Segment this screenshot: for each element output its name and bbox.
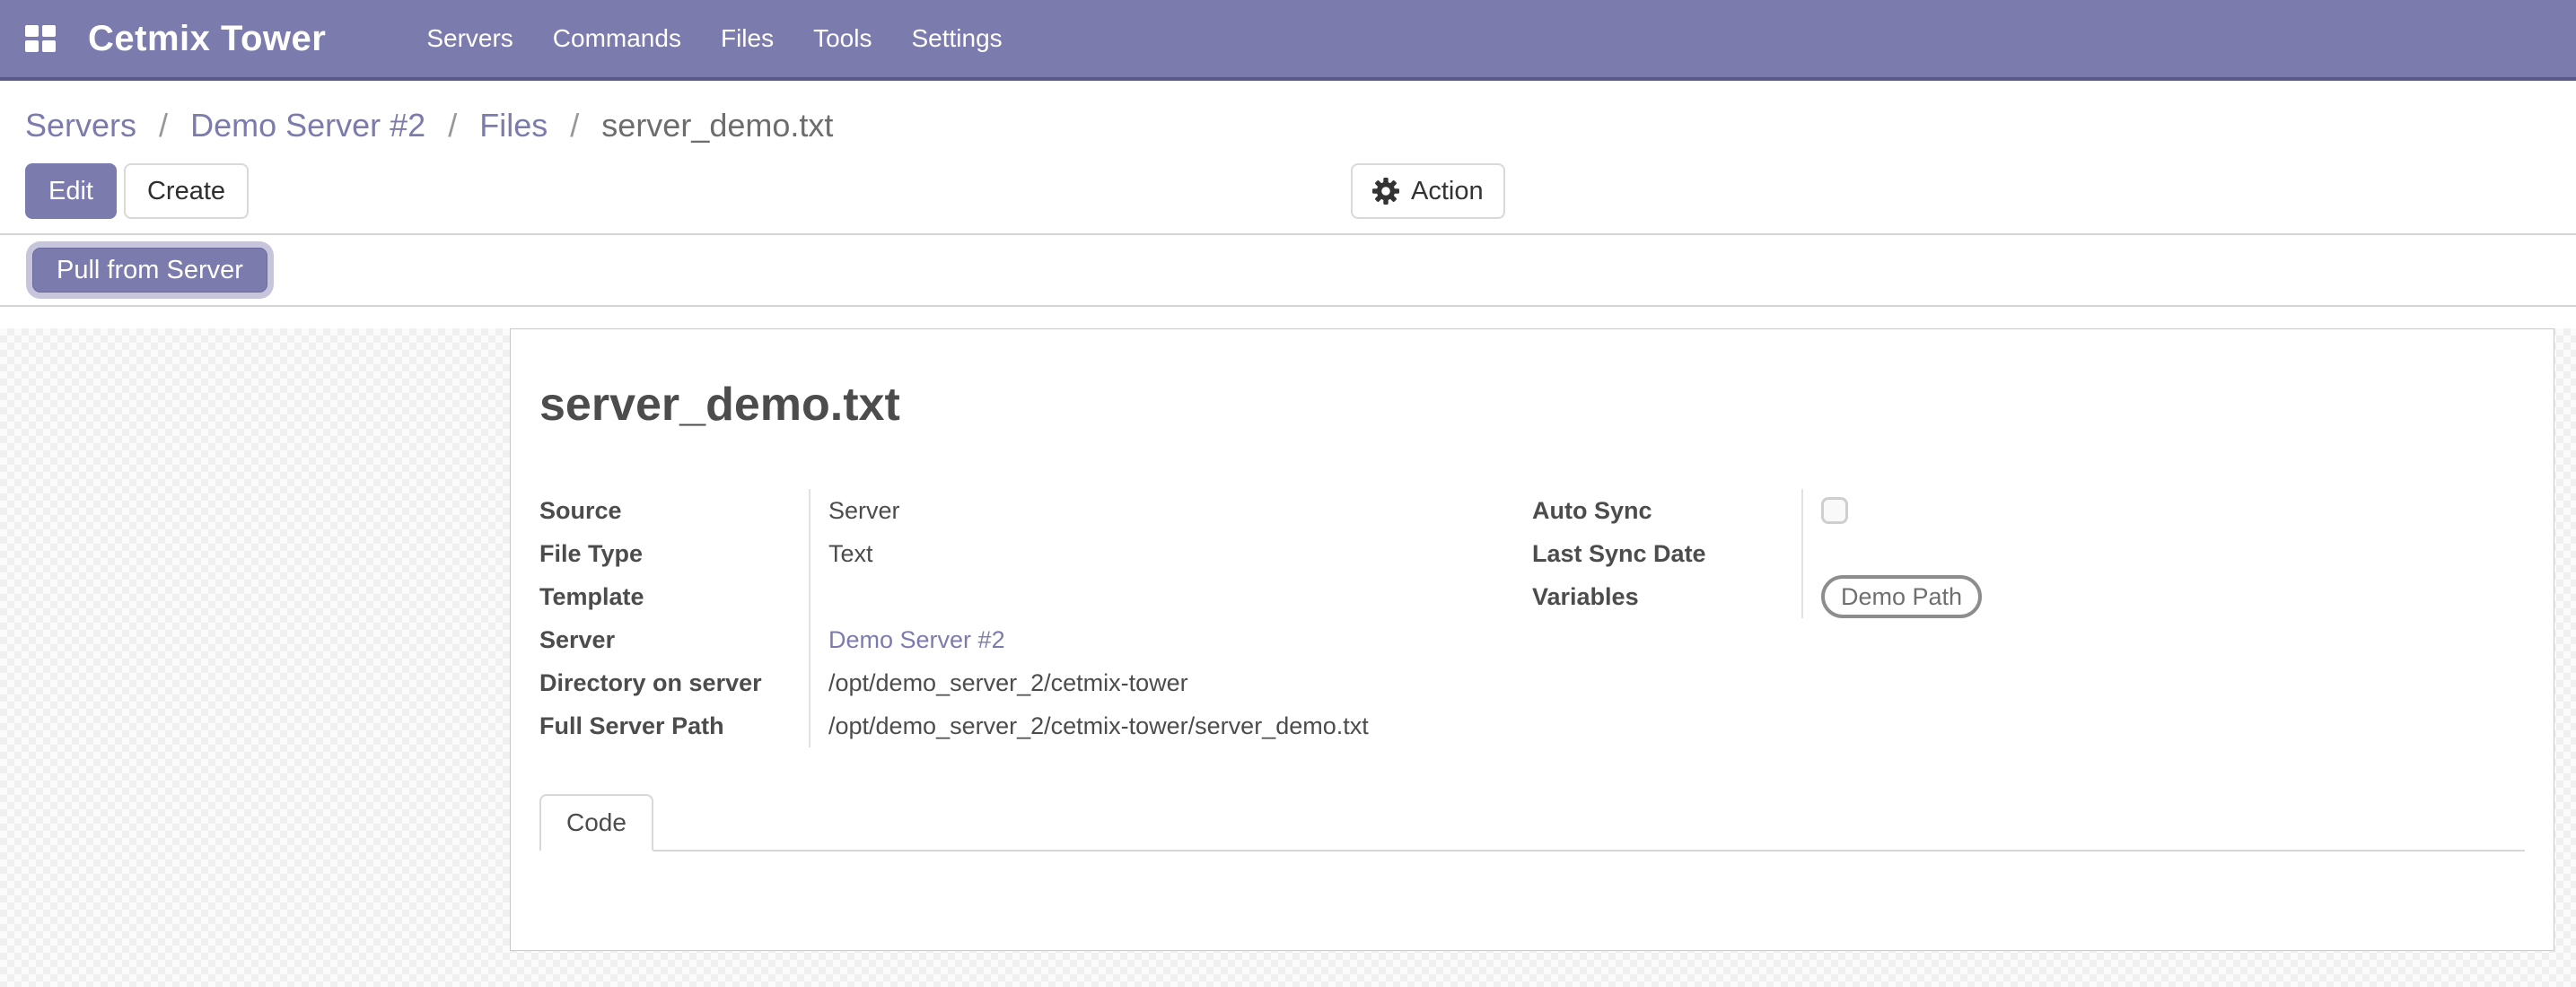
statusbar: Pull from Server xyxy=(0,235,2576,307)
field-label-last-sync-date: Last Sync Date xyxy=(1532,538,1801,569)
field-label-variables: Variables xyxy=(1532,581,1801,612)
app-brand[interactable]: Cetmix Tower xyxy=(88,19,326,59)
breadcrumb-servers[interactable]: Servers xyxy=(25,107,136,144)
control-panel-buttons: Edit Create Acti xyxy=(25,163,2551,219)
breadcrumb-files[interactable]: Files xyxy=(479,107,548,144)
field-label-directory-on-server: Directory on server xyxy=(539,668,809,698)
field-row-directory-on-server: Directory on server /opt/demo_server_2/c… xyxy=(539,661,1532,704)
tab-code[interactable]: Code xyxy=(539,794,653,852)
field-row-last-sync-date: Last Sync Date xyxy=(1532,532,2525,575)
field-value-server: Demo Server #2 xyxy=(809,618,1532,661)
field-value-auto-sync xyxy=(1801,489,2525,532)
action-button-label: Action xyxy=(1411,177,1484,206)
breadcrumb-separator: / xyxy=(570,107,579,144)
variable-tag: Demo Path xyxy=(1821,575,1982,618)
breadcrumb-current: server_demo.txt xyxy=(601,107,833,144)
field-row-source: Source Server xyxy=(539,489,1532,532)
form-sheet: server_demo.txt Source Server File Type … xyxy=(510,328,2554,951)
menu-settings[interactable]: Settings xyxy=(911,24,1002,53)
field-value-file-type: Text xyxy=(809,532,1532,575)
field-row-template: Template xyxy=(539,575,1532,618)
field-label-server: Server xyxy=(539,625,809,655)
action-menu-wrap: Action xyxy=(1351,163,1505,219)
field-value-directory-on-server: /opt/demo_server_2/cetmix-tower xyxy=(809,661,1532,704)
app-window: Cetmix Tower Servers Commands Files Tool… xyxy=(0,0,2576,962)
field-label-full-server-path: Full Server Path xyxy=(539,711,809,741)
field-label-file-type: File Type xyxy=(539,538,809,569)
tab-code-content xyxy=(539,852,2525,950)
notebook: Code xyxy=(539,794,2525,950)
field-row-auto-sync: Auto Sync xyxy=(1532,489,2525,532)
top-navbar: Cetmix Tower Servers Commands Files Tool… xyxy=(0,0,2576,81)
notebook-tabs: Code xyxy=(539,794,2525,852)
apps-menu-button[interactable] xyxy=(25,25,56,52)
field-label-template: Template xyxy=(539,581,809,612)
form-background: server_demo.txt Source Server File Type … xyxy=(0,328,2576,987)
right-field-group: Auto Sync Last Sync Date Variables Demo … xyxy=(1532,489,2525,747)
field-row-variables: Variables Demo Path xyxy=(1532,575,2525,618)
left-field-group: Source Server File Type Text Template Se… xyxy=(539,489,1532,747)
record-title: server_demo.txt xyxy=(539,378,2525,432)
gear-icon xyxy=(1372,178,1399,205)
field-label-auto-sync: Auto Sync xyxy=(1532,495,1801,526)
pull-from-server-button[interactable]: Pull from Server xyxy=(32,248,267,293)
field-value-template xyxy=(809,575,1532,618)
create-button[interactable]: Create xyxy=(124,163,249,219)
field-value-variables: Demo Path xyxy=(1801,575,2525,618)
breadcrumb-separator: / xyxy=(448,107,457,144)
field-row-server: Server Demo Server #2 xyxy=(539,618,1532,661)
control-panel: Servers / Demo Server #2 / Files / serve… xyxy=(0,81,2576,235)
breadcrumb-separator: / xyxy=(159,107,168,144)
edit-button[interactable]: Edit xyxy=(25,163,117,219)
field-row-full-server-path: Full Server Path /opt/demo_server_2/cetm… xyxy=(539,704,1532,747)
auto-sync-checkbox[interactable] xyxy=(1821,497,1848,524)
server-record-link[interactable]: Demo Server #2 xyxy=(828,625,1005,655)
field-groups: Source Server File Type Text Template Se… xyxy=(539,489,2525,747)
breadcrumb-demo-server-2[interactable]: Demo Server #2 xyxy=(190,107,425,144)
breadcrumb: Servers / Demo Server #2 / Files / serve… xyxy=(25,106,2551,145)
menu-files[interactable]: Files xyxy=(721,24,774,53)
main-menu: Servers Commands Files Tools Settings xyxy=(426,24,1002,53)
apps-grid-icon xyxy=(25,25,56,52)
action-button[interactable]: Action xyxy=(1351,163,1505,219)
menu-servers[interactable]: Servers xyxy=(426,24,513,53)
field-label-source: Source xyxy=(539,495,809,526)
menu-tools[interactable]: Tools xyxy=(813,24,872,53)
field-value-source: Server xyxy=(809,489,1532,532)
field-row-file-type: File Type Text xyxy=(539,532,1532,575)
field-value-last-sync-date xyxy=(1801,532,2525,575)
field-value-full-server-path: /opt/demo_server_2/cetmix-tower/server_d… xyxy=(809,704,1532,747)
menu-commands[interactable]: Commands xyxy=(553,24,681,53)
